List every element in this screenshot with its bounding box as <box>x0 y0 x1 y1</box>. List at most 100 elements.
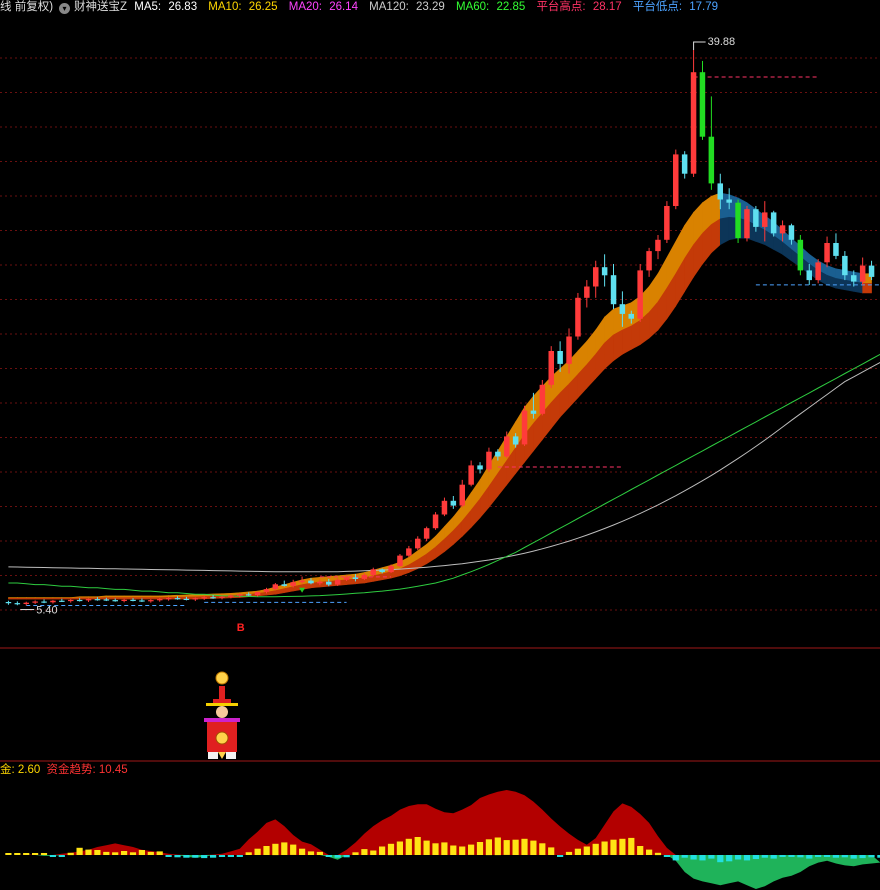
candle-body <box>548 351 554 385</box>
candle-body <box>601 267 608 276</box>
ribbon-lower-segment <box>17 598 27 600</box>
candle-body <box>326 581 332 585</box>
shoulder-band <box>204 718 240 722</box>
money-bar <box>476 842 484 855</box>
money-bar <box>307 851 315 855</box>
money-bar <box>76 847 83 855</box>
candle-body <box>165 598 172 600</box>
money-bar <box>245 852 252 855</box>
money-bar <box>565 851 573 855</box>
money-bar <box>459 846 466 855</box>
trend-legend: 资金趋势: 10.45 <box>46 764 128 776</box>
candle-body <box>41 601 47 603</box>
ribbon-lower-segment <box>141 597 152 600</box>
money-bar <box>468 844 475 855</box>
money-bar <box>743 855 751 861</box>
panel-separators <box>0 647 880 762</box>
candle-body <box>770 212 777 234</box>
ingot-icon <box>215 731 229 745</box>
max-price-label: 39.88 <box>708 36 736 48</box>
money-bar <box>423 840 430 855</box>
money-bar <box>841 855 848 858</box>
money-bar <box>654 852 662 856</box>
candle-body <box>726 199 732 203</box>
candle-body <box>619 304 626 314</box>
candle-body <box>610 275 617 305</box>
money-bar <box>67 852 74 856</box>
candle-body <box>441 500 448 515</box>
candle-body <box>868 265 875 277</box>
ribbon-lower-segment <box>622 325 632 355</box>
candle-body <box>85 599 92 601</box>
boot <box>226 752 236 759</box>
candle-body <box>450 500 457 506</box>
money-bar <box>85 849 92 855</box>
caishen-figure-icon <box>204 671 240 759</box>
candle-body <box>94 599 101 601</box>
money-bar <box>592 843 599 856</box>
candle-body <box>423 528 430 539</box>
candle-body <box>68 599 74 602</box>
money-bar <box>450 845 457 855</box>
candle-body <box>824 243 830 263</box>
money-bar <box>583 846 590 855</box>
money-bar <box>14 853 21 855</box>
ribbon-lower-segment <box>132 597 143 600</box>
money-bar <box>770 855 777 859</box>
candle-body <box>708 136 715 184</box>
candle-body <box>237 594 243 596</box>
candle-body <box>415 538 421 549</box>
money-bar <box>752 855 759 859</box>
hat-wings <box>206 703 238 706</box>
money-bar <box>316 851 323 855</box>
money-bar <box>672 855 679 861</box>
candlesticks[interactable] <box>5 49 875 606</box>
chevron-down-icon[interactable]: ▾ <box>59 3 71 14</box>
money-bar <box>112 852 119 855</box>
money-bar <box>779 855 786 857</box>
ribbon-lower-segment <box>853 281 863 294</box>
money-bar <box>663 855 670 857</box>
money-bar <box>681 855 688 858</box>
money-bar <box>352 852 359 855</box>
candle-body <box>210 597 216 599</box>
candle-body <box>851 275 857 282</box>
candle-body <box>521 410 528 445</box>
money-bar <box>138 850 145 855</box>
ribbon-lower-segment <box>88 597 98 600</box>
money-bar <box>601 841 608 855</box>
ribbon-lower-segment <box>52 598 63 600</box>
money-flow-header: 金: 2.60 资金趋势: 10.45 <box>0 763 128 777</box>
money-bar <box>548 847 555 855</box>
candle-body <box>14 603 21 605</box>
money-bar <box>708 855 715 859</box>
candle-body <box>628 313 634 319</box>
money-bar <box>183 855 190 858</box>
indicator-name[interactable]: 财神送宝Z <box>74 1 127 13</box>
ribbon-lower-segment <box>346 578 356 585</box>
candle-body <box>699 72 706 137</box>
money-bar <box>726 855 733 862</box>
money-bar <box>40 853 48 855</box>
candle-body <box>308 580 314 584</box>
ma60-legend: MA60: 22.85 <box>456 1 526 13</box>
candle-body <box>833 243 839 256</box>
money-bar <box>432 843 439 855</box>
money-bar <box>361 849 368 855</box>
ribbon-lower-segment <box>61 598 72 600</box>
ribbon-lower-segment <box>106 597 116 600</box>
candle-body <box>717 183 723 200</box>
candle-body <box>361 574 368 579</box>
ribbon-lower-segment <box>150 597 161 600</box>
candle-body <box>23 602 29 604</box>
ingot-base <box>218 752 226 759</box>
candle-body <box>432 514 439 529</box>
money-bar <box>299 848 306 855</box>
candle-body <box>254 591 261 595</box>
money-bar <box>23 853 30 855</box>
candle-body <box>59 600 65 602</box>
candle-body <box>334 579 341 585</box>
candle-body <box>5 602 12 604</box>
candle-body <box>637 270 643 319</box>
candle-body <box>797 239 804 271</box>
